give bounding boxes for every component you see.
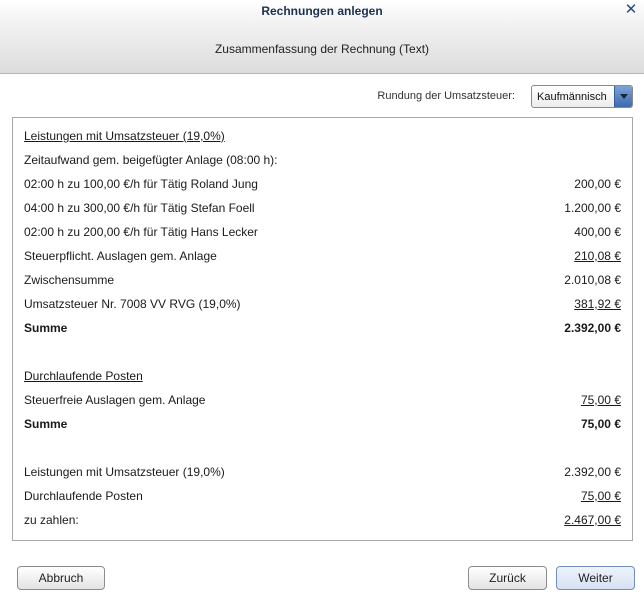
payable-amount: 2.467,00 € <box>564 513 621 527</box>
time-intro-label: Zeitaufwand gem. beigefügter Anlage (08:… <box>24 153 278 167</box>
summary-row: Durchlaufende Posten 75,00 € <box>24 489 621 505</box>
time-line-label: 02:00 h zu 200,00 €/h für Tätig Hans Lec… <box>24 225 258 239</box>
summary-row: Zeitaufwand gem. beigefügter Anlage (08:… <box>24 153 621 169</box>
back-button[interactable]: Zurück <box>468 566 547 590</box>
taxable-expenses-label: Steuerpflicht. Auslagen gem. Anlage <box>24 249 217 263</box>
vat-rounding-label: Rundung der Umsatzsteuer: <box>377 90 515 102</box>
summary-row: Zwischensumme 2.010,08 € <box>24 273 621 289</box>
dialog-title: Rechnungen anlegen <box>261 4 383 18</box>
section-heading-vat-services: Leistungen mit Umsatzsteuer (19,0%) <box>24 129 225 143</box>
summary-row: Summe 75,00 € <box>24 417 621 433</box>
invoice-dialog: Rechnungen anlegen ✕ Zusammenfassung der… <box>0 0 644 601</box>
sum-label: Summe <box>24 417 68 431</box>
summary-row: Steuerpflicht. Auslagen gem. Anlage 210,… <box>24 249 621 265</box>
subtotal-label: Zwischensumme <box>24 273 115 287</box>
summary-row: Durchlaufende Posten <box>24 369 621 385</box>
cancel-button[interactable]: Abbruch <box>17 566 105 590</box>
invoice-summary: Leistungen mit Umsatzsteuer (19,0%) Zeit… <box>12 117 633 541</box>
vat-rounding-row: Rundung der Umsatzsteuer: Kaufmännisch <box>0 85 644 108</box>
section-heading-passthrough: Durchlaufende Posten <box>24 369 143 383</box>
dialog-header: Rechnungen anlegen ✕ Zusammenfassung der… <box>0 0 644 74</box>
vat-rounding-value: Kaufmännisch <box>537 91 607 103</box>
total-passthrough-label: Durchlaufende Posten <box>24 489 143 503</box>
summary-row: Summe 2.392,00 € <box>24 321 621 337</box>
sum-amount: 2.392,00 € <box>564 321 621 335</box>
time-line-label: 04:00 h zu 300,00 €/h für Tätig Stefan F… <box>24 201 255 215</box>
summary-row: Umsatzsteuer Nr. 7008 VV RVG (19,0%) 381… <box>24 297 621 313</box>
summary-row: Leistungen mit Umsatzsteuer (19,0%) 2.39… <box>24 465 621 481</box>
vat-rounding-select[interactable]: Kaufmännisch <box>531 85 633 108</box>
vat-label: Umsatzsteuer Nr. 7008 VV RVG (19,0%) <box>24 297 241 311</box>
dialog-subtitle: Zusammenfassung der Rechnung (Text) <box>214 42 430 56</box>
vat-amount: 381,92 € <box>574 297 621 311</box>
time-line-label: 02:00 h zu 100,00 €/h für Tätig Roland J… <box>24 177 258 191</box>
total-passthrough-amount: 75,00 € <box>580 489 621 503</box>
payable-label: zu zahlen: <box>24 513 79 527</box>
taxfree-expenses-amount: 75,00 € <box>580 393 621 407</box>
chevron-down-icon[interactable] <box>614 86 632 107</box>
next-button[interactable]: Weiter <box>556 566 635 590</box>
dialog-footer: Abbruch Zurück Weiter <box>0 566 644 590</box>
total-services-amount: 2.392,00 € <box>564 465 621 479</box>
summary-row: Steuerfreie Auslagen gem. Anlage 75,00 € <box>24 393 621 409</box>
summary-row: Leistungen mit Umsatzsteuer (19,0%) <box>24 129 621 145</box>
time-line-amount: 1.200,00 € <box>564 201 621 215</box>
taxable-expenses-amount: 210,08 € <box>574 249 621 263</box>
total-services-label: Leistungen mit Umsatzsteuer (19,0%) <box>24 465 225 479</box>
summary-row: 04:00 h zu 300,00 €/h für Tätig Stefan F… <box>24 201 621 217</box>
subtotal-amount: 2.010,08 € <box>564 273 621 287</box>
summary-row: zu zahlen: 2.467,00 € <box>24 513 621 529</box>
sum-amount: 75,00 € <box>580 417 621 431</box>
sum-label: Summe <box>24 321 68 335</box>
time-line-amount: 200,00 € <box>574 177 621 191</box>
taxfree-expenses-label: Steuerfreie Auslagen gem. Anlage <box>24 393 206 407</box>
summary-row: 02:00 h zu 200,00 €/h für Tätig Hans Lec… <box>24 225 621 241</box>
summary-row: 02:00 h zu 100,00 €/h für Tätig Roland J… <box>24 177 621 193</box>
close-icon[interactable]: ✕ <box>624 2 638 17</box>
time-line-amount: 400,00 € <box>574 225 621 239</box>
